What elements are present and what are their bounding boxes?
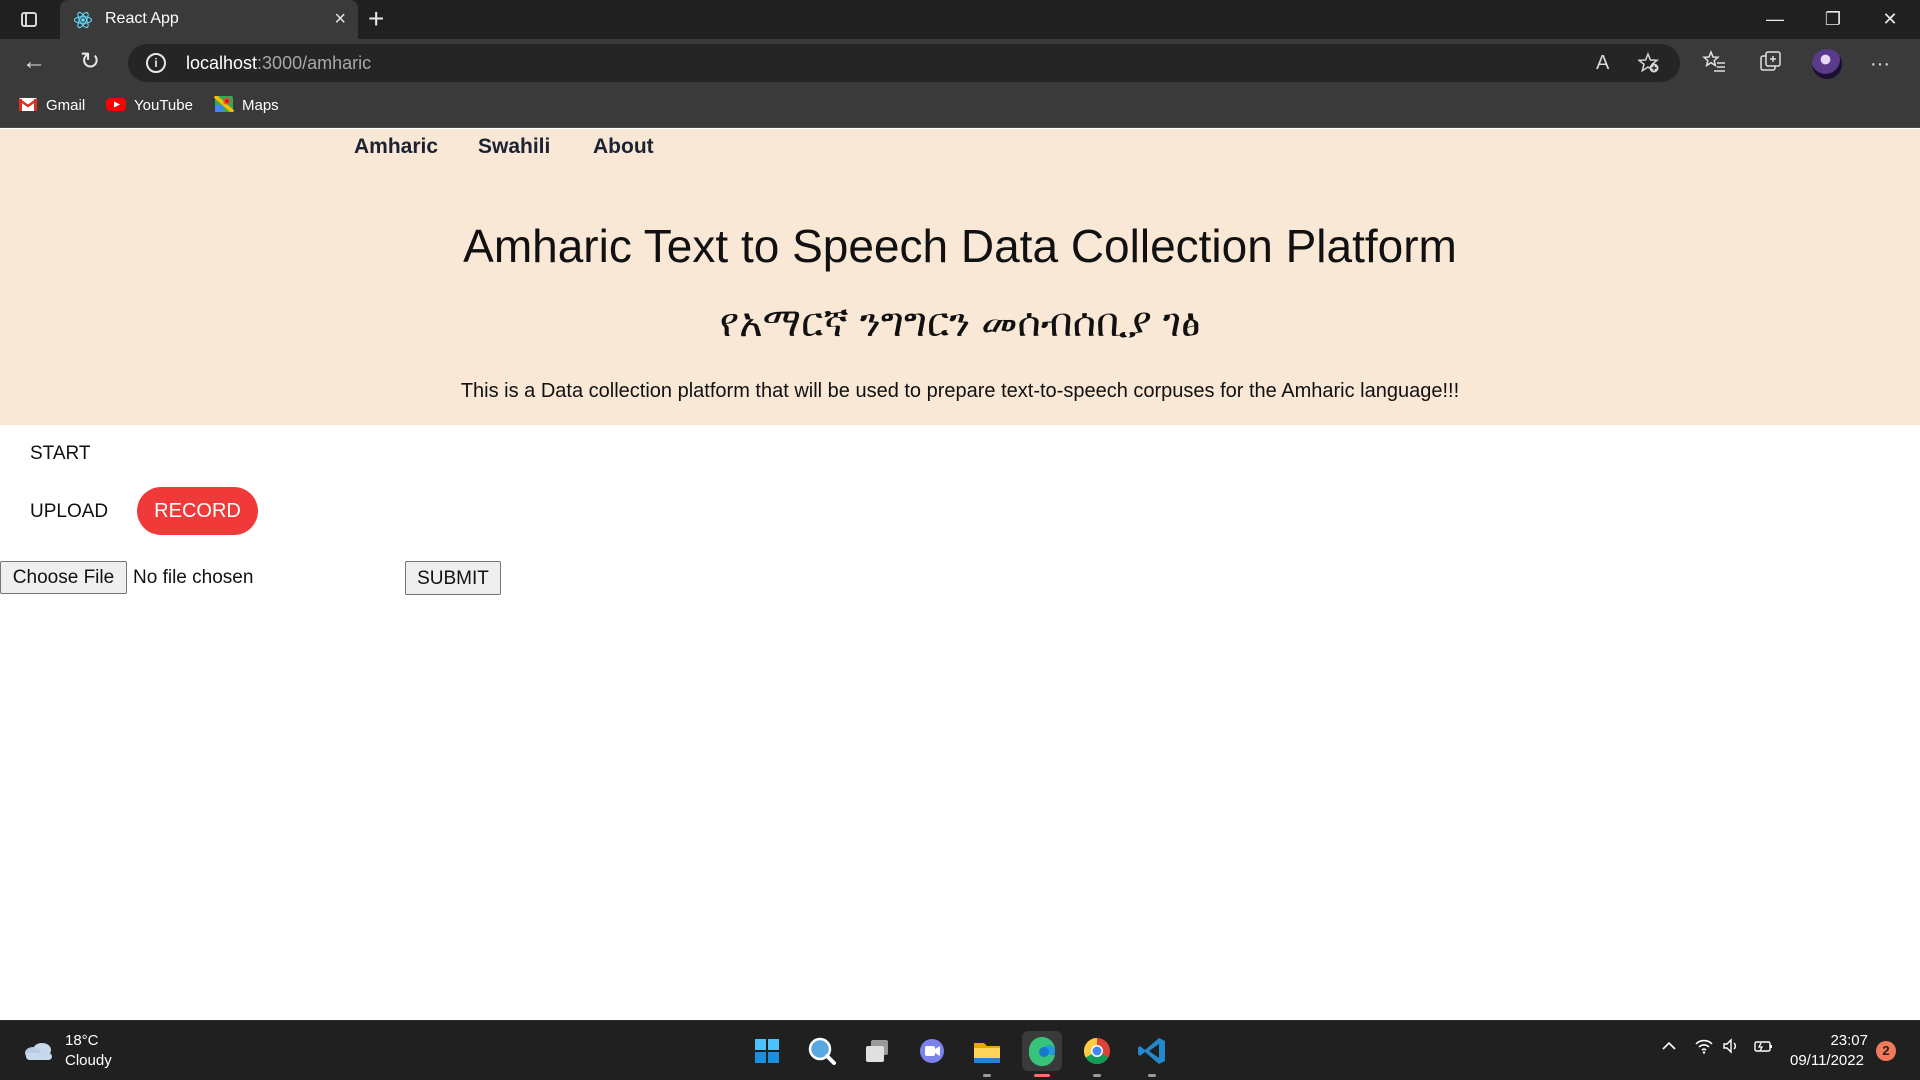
address-bar[interactable]: i localhost:3000/amharic A bbox=[128, 44, 1680, 82]
site-info-icon[interactable]: i bbox=[146, 53, 166, 73]
nav-link-swahili[interactable]: Swahili bbox=[478, 135, 550, 159]
volume-icon[interactable] bbox=[1722, 1037, 1742, 1060]
add-favorite-icon[interactable] bbox=[1638, 52, 1660, 74]
close-window-button[interactable]: ✕ bbox=[1862, 0, 1918, 39]
task-view-icon[interactable] bbox=[857, 1031, 897, 1071]
page-title: Amharic Text to Speech Data Collection P… bbox=[463, 220, 1457, 272]
favorites-icon[interactable] bbox=[1702, 49, 1728, 75]
url-text: localhost:3000/amharic bbox=[186, 53, 371, 74]
main-content: START UPLOAD RECORD Choose File No file … bbox=[0, 425, 1920, 1020]
bookmark-youtube[interactable]: YouTube bbox=[106, 97, 193, 114]
chrome-icon[interactable] bbox=[1077, 1031, 1117, 1077]
bookmark-gmail[interactable]: Gmail bbox=[18, 97, 85, 114]
weather-temperature: 18°C bbox=[65, 1032, 99, 1049]
restore-button[interactable]: ❐ bbox=[1805, 0, 1861, 39]
bookmark-label: YouTube bbox=[134, 97, 193, 114]
tab-actions-icon[interactable] bbox=[18, 9, 40, 31]
amharic-subtitle: የአማርኛ ንግግርን መሰብሰቢያ ገፅ bbox=[719, 301, 1201, 345]
browser-tab-bar: React App × + — ❐ ✕ bbox=[0, 0, 1920, 39]
start-icon[interactable] bbox=[747, 1031, 787, 1071]
bookmark-label: Gmail bbox=[46, 97, 86, 114]
hero-section: Amharic Swahili About Amharic Text to Sp… bbox=[0, 129, 1920, 425]
show-hidden-icons-icon[interactable] bbox=[1660, 1037, 1678, 1060]
bookmark-label: Maps bbox=[242, 97, 279, 114]
gmail-icon bbox=[18, 98, 38, 112]
choose-file-button[interactable]: Choose File bbox=[0, 561, 127, 594]
collections-icon[interactable] bbox=[1758, 49, 1784, 75]
clock-date[interactable]: 09/11/2022 bbox=[1790, 1052, 1864, 1069]
url-path: :3000/amharic bbox=[257, 53, 372, 73]
search-icon[interactable] bbox=[802, 1031, 842, 1071]
notification-badge[interactable]: 2 bbox=[1876, 1041, 1896, 1061]
chat-icon[interactable] bbox=[912, 1031, 952, 1071]
windows-taskbar: 18°C Cloudy 23:07 09/11/2022 2 bbox=[0, 1020, 1920, 1080]
submit-button[interactable]: SUBMIT bbox=[405, 561, 501, 595]
battery-icon[interactable] bbox=[1752, 1037, 1774, 1060]
file-explorer-icon[interactable] bbox=[967, 1031, 1007, 1077]
nav-link-amharic[interactable]: Amharic bbox=[354, 135, 438, 159]
page-description: This is a Data collection platform that … bbox=[460, 380, 1460, 402]
nav-link-about[interactable]: About bbox=[593, 135, 654, 159]
more-options-icon[interactable]: ··· bbox=[1870, 51, 1890, 77]
url-host: localhost bbox=[186, 53, 258, 73]
file-status-text: No file chosen bbox=[133, 567, 254, 588]
vscode-icon[interactable] bbox=[1132, 1031, 1172, 1077]
upload-tab[interactable]: UPLOAD bbox=[30, 501, 108, 523]
tab-close-icon[interactable]: × bbox=[334, 8, 346, 30]
refresh-button[interactable]: ↻ bbox=[74, 47, 106, 79]
edge-icon[interactable] bbox=[1022, 1031, 1062, 1077]
read-aloud-icon[interactable]: A bbox=[1596, 52, 1609, 75]
maps-icon bbox=[214, 96, 234, 113]
minimize-button[interactable]: — bbox=[1747, 0, 1803, 39]
react-icon bbox=[73, 11, 93, 29]
back-button[interactable]: ← bbox=[18, 47, 50, 79]
profile-avatar[interactable] bbox=[1812, 49, 1842, 79]
youtube-icon bbox=[106, 98, 126, 112]
browser-tab[interactable]: React App × bbox=[60, 0, 358, 39]
new-tab-button[interactable]: + bbox=[368, 5, 384, 33]
record-button[interactable]: RECORD bbox=[137, 487, 258, 535]
start-tab[interactable]: START bbox=[30, 443, 91, 465]
wifi-icon[interactable] bbox=[1694, 1037, 1714, 1060]
clock-time[interactable]: 23:07 bbox=[1828, 1032, 1868, 1049]
tab-title: React App bbox=[105, 10, 179, 27]
cloudy-weather-icon[interactable] bbox=[22, 1039, 56, 1061]
bookmarks-bar: Gmail YouTube Maps bbox=[0, 87, 1920, 128]
browser-toolbar: ← ↻ i localhost:3000/amharic A ··· bbox=[0, 39, 1920, 87]
bookmark-maps[interactable]: Maps bbox=[214, 96, 279, 114]
weather-condition: Cloudy bbox=[65, 1052, 112, 1069]
